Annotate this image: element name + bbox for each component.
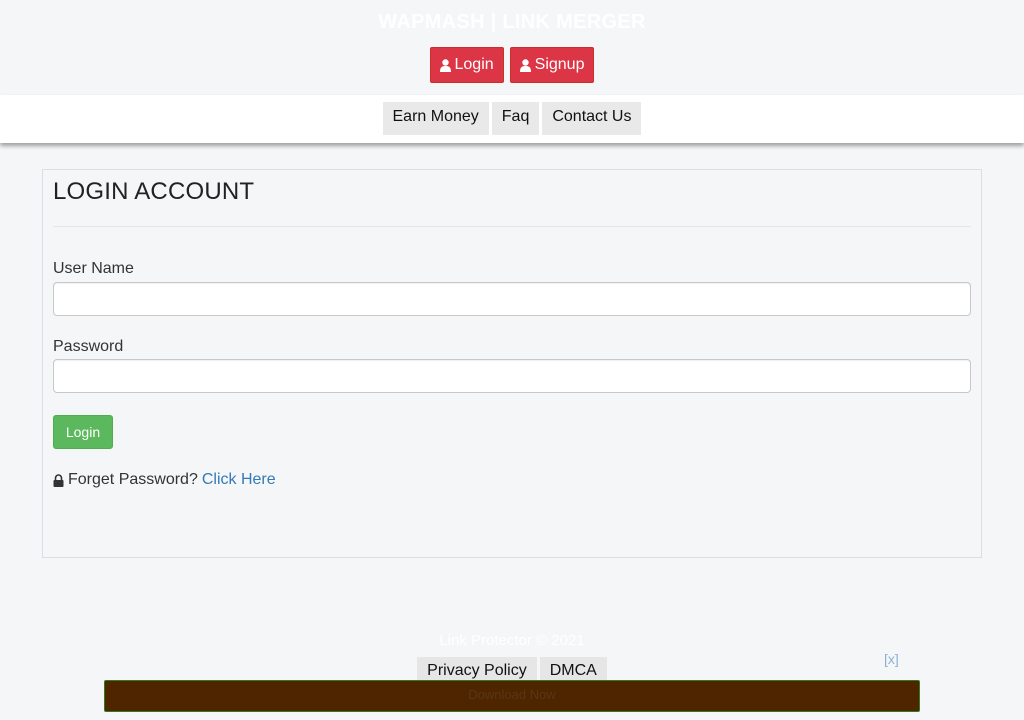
nav-items: Earn Money Faq Contact Us xyxy=(0,95,1024,135)
login-panel: LOGIN ACCOUNT User Name Password Login F… xyxy=(42,169,982,558)
header-login-label: Login xyxy=(454,56,494,73)
header-signup-button[interactable]: Signup xyxy=(509,47,595,83)
navbar: Earn Money Faq Contact Us xyxy=(0,95,1024,143)
forgot-password-link[interactable]: Click Here xyxy=(202,471,276,489)
page-title: LOGIN ACCOUNT xyxy=(53,178,255,205)
login-submit-button[interactable]: Login xyxy=(53,415,113,449)
close-ad-button[interactable]: [x] xyxy=(884,651,899,667)
divider xyxy=(53,226,971,227)
nav-item-earn-money[interactable]: Earn Money xyxy=(382,102,489,135)
footer-copyright: Link Protector © 2021 xyxy=(439,632,585,649)
user-icon xyxy=(519,58,531,72)
password-input[interactable] xyxy=(53,359,971,393)
forgot-password-text: Forget Password? xyxy=(68,471,198,488)
auth-buttons: Login Signup xyxy=(0,47,1024,83)
user-icon xyxy=(439,58,451,72)
header-login-button[interactable]: Login xyxy=(429,47,504,83)
username-input[interactable] xyxy=(53,282,971,316)
password-label: Password xyxy=(53,338,124,355)
forgot-password-row: Forget Password? Click Here xyxy=(53,471,276,489)
header-signup-label: Signup xyxy=(534,56,585,73)
ad-banner-text: Download Now xyxy=(468,687,556,702)
site-title: WAPMASH | LINK MERGER xyxy=(378,11,646,33)
lock-icon xyxy=(53,473,64,487)
username-label: User Name xyxy=(53,260,134,277)
nav-item-contact-us[interactable]: Contact Us xyxy=(542,102,642,135)
nav-item-faq[interactable]: Faq xyxy=(491,102,540,135)
ad-banner[interactable]: Download Now xyxy=(104,680,920,712)
